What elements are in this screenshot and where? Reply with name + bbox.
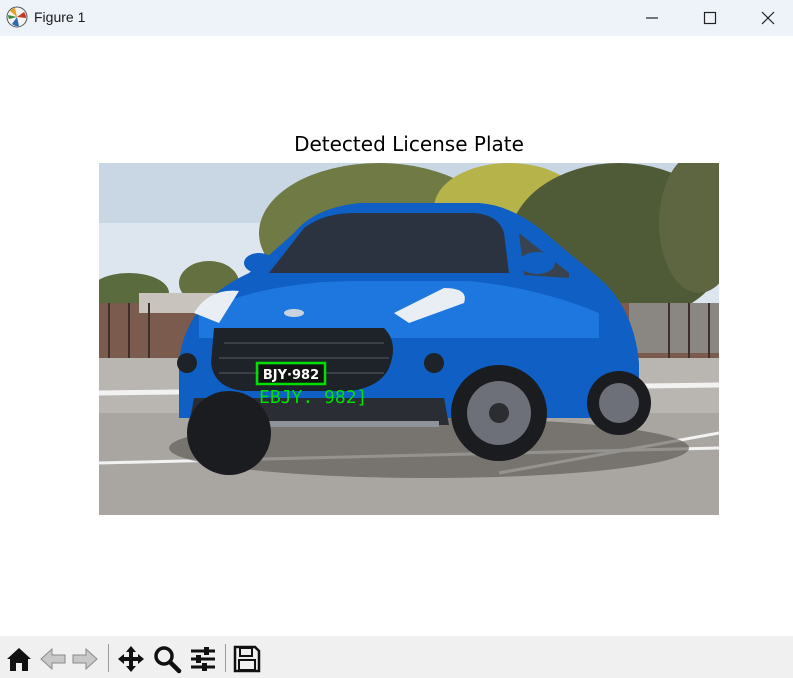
close-icon <box>761 11 775 25</box>
zoom-button[interactable] <box>152 644 182 674</box>
window-titlebar: Figure 1 <box>0 0 793 36</box>
ocr-result-label: EBJY. 982] <box>259 387 367 408</box>
axes-title: Detected License Plate <box>294 132 524 156</box>
toolbar-separator <box>225 644 226 672</box>
back-icon <box>40 647 66 671</box>
close-button[interactable] <box>739 0 793 36</box>
home-icon <box>7 648 31 671</box>
pan-icon <box>118 646 144 672</box>
minimize-button[interactable] <box>623 0 681 36</box>
back-button[interactable] <box>38 644 68 674</box>
forward-icon <box>72 647 98 671</box>
minimize-icon <box>646 17 658 19</box>
forward-button[interactable] <box>70 644 100 674</box>
home-button[interactable] <box>4 644 34 674</box>
navigation-toolbar <box>0 636 793 678</box>
license-plate-text: BJY·982 <box>263 368 319 383</box>
window-title: Figure 1 <box>34 9 86 25</box>
car-photo: BJY·982 EBJY. 982] <box>99 163 719 515</box>
zoom-icon <box>154 646 182 674</box>
configure-subplots-button[interactable] <box>188 644 218 674</box>
save-icon <box>233 645 261 673</box>
figure-canvas[interactable]: Detected License Plate BJY·982 EBJY. 982… <box>0 36 793 636</box>
pan-button[interactable] <box>116 644 146 674</box>
save-button[interactable] <box>232 644 262 674</box>
configure-subplots-icon <box>191 647 215 671</box>
toolbar-separator <box>108 644 109 672</box>
matplotlib-app-icon <box>6 6 28 28</box>
maximize-button[interactable] <box>681 0 739 36</box>
maximize-icon <box>703 11 717 25</box>
